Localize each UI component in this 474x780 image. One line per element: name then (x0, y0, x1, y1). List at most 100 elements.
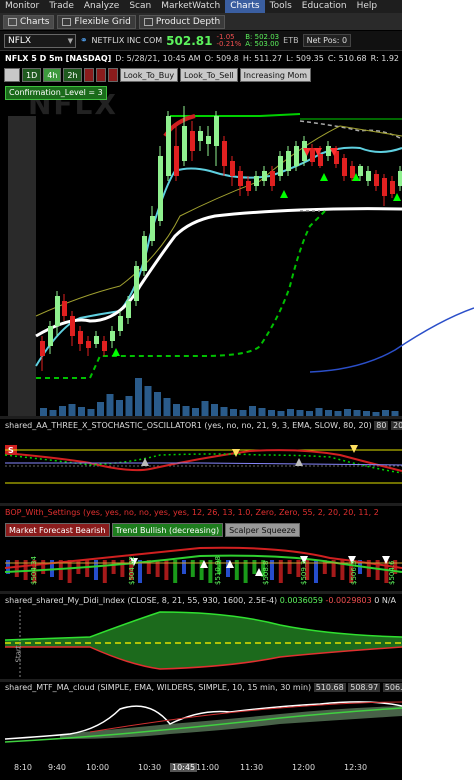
stochastic-badge: S (8, 446, 14, 455)
candle (222, 141, 227, 166)
chevron-down-icon[interactable]: ▼ (68, 35, 73, 47)
pane-separator-4[interactable] (0, 679, 402, 682)
bop-price-label: $504.6 (388, 560, 396, 586)
candle (118, 316, 123, 331)
flexible-grid-label: Flexible Grid (74, 16, 131, 27)
market-forecast-bearish-badge: Market Forecast Bearish (5, 523, 110, 537)
time-label: 11:00 (196, 763, 220, 772)
candle (382, 178, 387, 196)
link-icon[interactable]: ⚭ (80, 36, 88, 46)
menu-item-tools[interactable]: Tools (265, 0, 297, 13)
candle (342, 158, 347, 176)
button-red-2[interactable] (95, 68, 106, 82)
pane-separator[interactable] (0, 416, 402, 419)
button-1d-label[interactable]: 1D (22, 68, 42, 82)
candle (246, 181, 251, 191)
volume-bar (211, 404, 218, 416)
candle (142, 236, 147, 271)
candle (366, 171, 371, 181)
study3-value-na: N/A (381, 596, 397, 605)
volume-bar (40, 408, 47, 416)
volume-bar (249, 406, 256, 416)
increasing-momentum-button[interactable]: Increasing Mom (239, 68, 312, 82)
look-to-sell-button[interactable]: Look_To_Sell (180, 68, 238, 82)
bop-price-label: $509.3 (300, 560, 308, 586)
symbol-input[interactable]: NFLX ▼ (4, 33, 76, 48)
menu-item-marketwatch[interactable]: MarketWatch (156, 0, 225, 13)
candle (166, 116, 171, 176)
bop-bar (182, 560, 186, 574)
study2-badges: Market Forecast Bearish Trend Bullish (d… (5, 523, 300, 537)
volume-bar (78, 407, 85, 416)
candle (110, 331, 115, 341)
flexible-grid-tab[interactable]: Flexible Grid (57, 14, 136, 29)
candle (174, 146, 179, 176)
bop-bar (111, 560, 116, 574)
volume-bar (154, 392, 161, 416)
etb-label: ETB (283, 36, 299, 45)
candle (374, 174, 379, 186)
menu-item-education[interactable]: Education (297, 0, 352, 13)
product-depth-tab[interactable]: Product Depth (138, 14, 226, 29)
candle (214, 116, 219, 146)
candle (350, 166, 355, 178)
ma-cloud-pane[interactable] (0, 694, 402, 759)
confirmation-level-badge[interactable]: Confirmation_Level = 3 (5, 86, 107, 100)
price-chart[interactable] (0, 86, 402, 416)
didi-index-pane[interactable] (0, 607, 402, 682)
stochastic-pane[interactable] (0, 433, 402, 501)
button-1d[interactable] (4, 68, 20, 82)
candle (102, 341, 107, 351)
grid-icon (62, 17, 72, 26)
time-label: 9:40 (48, 763, 66, 772)
trend-bullish-badge: Trend Bullish (decreasing) (111, 523, 224, 537)
volume-bar (125, 396, 133, 416)
bar-close: C: 510.68 (327, 54, 367, 63)
menu-item-monitor[interactable]: Monitor (0, 0, 44, 13)
volume-bar (97, 402, 104, 416)
candle (286, 151, 291, 171)
volume-bar (258, 408, 266, 416)
charts-tab[interactable]: Charts (3, 14, 55, 29)
candle (182, 126, 187, 161)
volume-bar (230, 409, 237, 416)
symbol-value: NFLX (8, 35, 32, 46)
look-to-buy-button[interactable]: Look_To_Buy (119, 68, 179, 82)
bar-date: D: 5/28/21, 10:45 AM (115, 54, 201, 63)
volume-bar (163, 398, 171, 416)
menu-item-scan[interactable]: Scan (124, 0, 156, 13)
volume-bar (68, 404, 76, 416)
volume-bar (173, 404, 180, 416)
study1-value-a: 80 (374, 421, 389, 430)
study4-label: shared_MTF_MA_cloud (SIMPLE, EMA, WILDER… (5, 683, 402, 692)
chart-button-row: 1D 4h 2h Look_To_Buy Look_To_Sell Increa… (0, 67, 402, 83)
button-red-3[interactable] (107, 68, 118, 82)
menu-item-help[interactable]: Help (352, 0, 383, 13)
bop-bar (41, 560, 46, 574)
bar-low: L: 509.35 (286, 54, 324, 63)
candle (40, 341, 45, 356)
bop-price-label: $506.3 (350, 560, 358, 586)
price-change-pct: -0.21% (216, 39, 242, 48)
menu-item-charts[interactable]: Charts (225, 0, 265, 13)
menu-item-trade[interactable]: Trade (44, 0, 79, 13)
button-red-1[interactable] (83, 68, 94, 82)
candle (198, 131, 203, 141)
candle (326, 146, 331, 156)
candle (206, 136, 211, 144)
volume-bar (315, 408, 323, 416)
study3-value-1: 0.0036059 (279, 596, 323, 605)
product-depth-label: Product Depth (155, 16, 221, 27)
candle (294, 146, 299, 166)
candle (86, 341, 91, 348)
main-menu-bar: Monitor Trade Analyze Scan MarketWatch Charts… (0, 0, 402, 13)
button-4h[interactable]: 4h (43, 68, 62, 82)
button-2h[interactable]: 2h (63, 68, 82, 82)
chart-toolbar: Charts Flexible Grid Product Depth (0, 13, 402, 30)
pane-separator-2[interactable] (0, 503, 402, 506)
volume-bar (344, 409, 351, 416)
pane-separator-3[interactable] (0, 591, 402, 594)
study3-value-3: 0 (374, 596, 380, 605)
menu-item-analyze[interactable]: Analyze (79, 0, 124, 13)
bop-pane[interactable] (0, 538, 402, 593)
